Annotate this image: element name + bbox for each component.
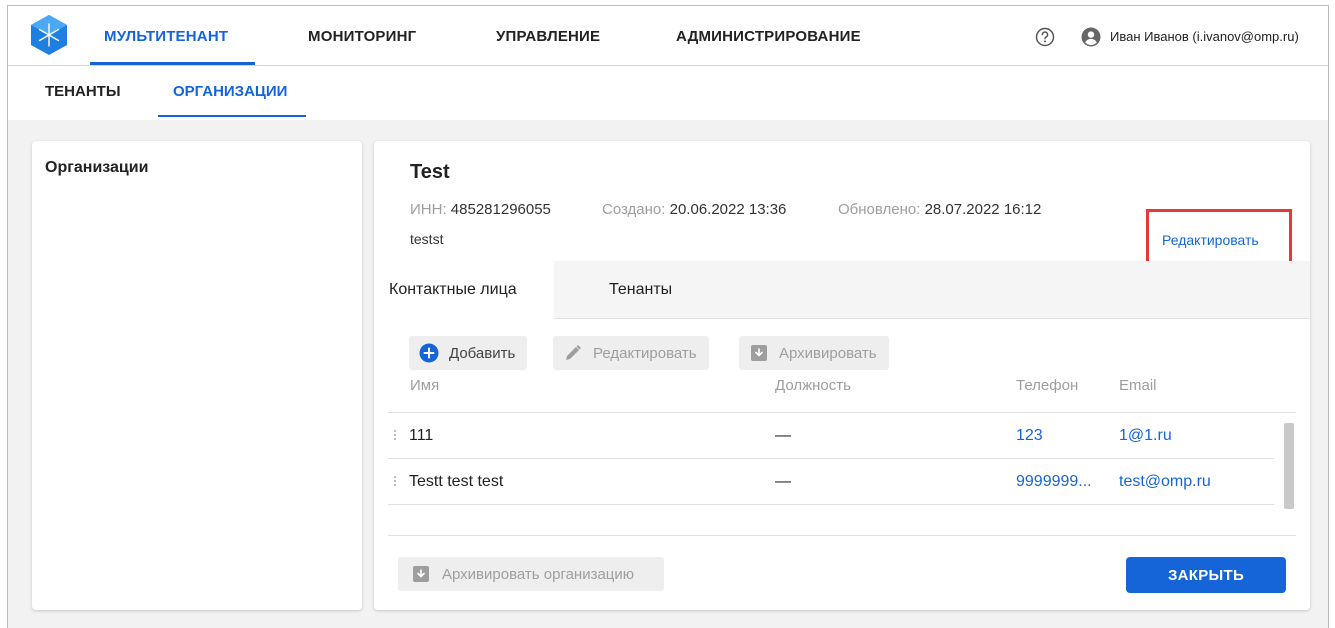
contact-email[interactable]: test@omp.ru — [1119, 473, 1211, 491]
column-header-phone[interactable]: Телефон — [1016, 377, 1078, 394]
column-header-name[interactable]: Имя — [410, 377, 439, 394]
created-value: 20.06.2022 13:36 — [669, 201, 787, 218]
archive-contact-label: Архивировать — [779, 344, 877, 362]
edit-highlight-box: Редактировать — [1146, 209, 1292, 264]
archive-contact-button[interactable]: Архивировать — [739, 336, 889, 370]
archive-icon — [749, 343, 769, 363]
edit-organization-link[interactable]: Редактировать — [1162, 232, 1259, 248]
archive-organization-label: Архивировать организацию — [442, 565, 635, 583]
updated-label: Обновлено: — [838, 201, 921, 218]
help-icon[interactable] — [1035, 27, 1055, 47]
panel-title: Организации — [45, 159, 149, 176]
contact-position: — — [775, 473, 791, 490]
contact-phone[interactable]: 9999999... — [1016, 473, 1092, 491]
subtab-tenants[interactable]: ТЕНАНТЫ — [45, 83, 121, 100]
nav-item-monitoring[interactable]: МОНИТОРИНГ — [308, 28, 416, 45]
table-scrollbar[interactable] — [1284, 423, 1294, 509]
row-divider — [388, 458, 1274, 459]
inn-value: 485281296055 — [450, 201, 551, 218]
close-button[interactable]: ЗАКРЫТЬ — [1126, 557, 1286, 593]
column-header-position[interactable]: Должность — [775, 377, 851, 394]
contact-email[interactable]: 1@1.ru — [1119, 427, 1172, 445]
archive-organization-button[interactable]: Архивировать организацию — [398, 557, 664, 591]
nav-item-multitenant[interactable]: МУЛЬТИТЕНАНТ — [104, 28, 228, 45]
column-header-email[interactable]: Email — [1119, 377, 1157, 394]
drag-handle-icon[interactable] — [394, 476, 398, 490]
organization-name: Test — [410, 161, 450, 183]
user-name[interactable]: Иван Иванов (i.ivanov@omp.ru) — [1110, 29, 1299, 44]
contact-position: — — [775, 427, 791, 444]
organizations-list-panel: Организации — [32, 141, 362, 610]
row-divider — [388, 504, 1274, 505]
app-window: МУЛЬТИТЕНАНТ МОНИТОРИНГ УПРАВЛЕНИЕ АДМИН… — [7, 5, 1329, 628]
edit-contact-label: Редактировать — [593, 344, 697, 362]
contact-phone[interactable]: 123 — [1016, 427, 1043, 445]
nav-item-administration[interactable]: АДМИНИСТРИРОВАНИЕ — [676, 28, 861, 45]
add-contact-button[interactable]: Добавить — [409, 336, 528, 370]
sub-navigation: ТЕНАНТЫ ОРГАНИЗАЦИИ — [8, 66, 1328, 120]
subtab-active-indicator — [158, 115, 306, 117]
organization-detail-panel: Test ИНН: 485281296055 Создано: 20.06.20… — [374, 141, 1310, 610]
contact-name: Testt test test — [409, 473, 504, 490]
add-contact-label: Добавить — [449, 344, 516, 362]
top-navigation-bar: МУЛЬТИТЕНАНТ МОНИТОРИНГ УПРАВЛЕНИЕ АДМИН… — [8, 6, 1328, 66]
detail-tabs: Контактные лица Тенанты — [374, 261, 1310, 319]
archive-icon — [412, 565, 430, 583]
organization-description: testst — [410, 231, 444, 247]
updated-info: Обновлено: 28.07.2022 16:12 — [838, 201, 1041, 218]
nav-active-indicator — [90, 62, 255, 65]
footer-divider — [388, 535, 1296, 536]
inn-label: ИНН: — [410, 201, 447, 218]
inn-info: ИНН: 485281296055 — [410, 201, 551, 218]
created-info: Создано: 20.06.2022 13:36 — [602, 201, 786, 218]
header-divider — [388, 412, 1296, 413]
drag-handle-icon[interactable] — [394, 430, 398, 444]
updated-value: 28.07.2022 16:12 — [924, 201, 1042, 218]
pencil-icon — [563, 343, 583, 363]
tab-contacts[interactable]: Контактные лица — [374, 261, 554, 319]
edit-contact-button[interactable]: Редактировать — [553, 336, 709, 370]
subtab-organizations[interactable]: ОРГАНИЗАЦИИ — [173, 83, 287, 100]
nav-item-management[interactable]: УПРАВЛЕНИЕ — [496, 28, 600, 45]
plus-circle-icon — [419, 343, 439, 363]
tab-tenants[interactable]: Тенанты — [594, 261, 687, 319]
contact-name: 111 — [409, 427, 434, 444]
app-logo-icon[interactable] — [30, 14, 68, 56]
created-label: Создано: — [602, 201, 666, 218]
user-avatar-icon[interactable] — [1081, 27, 1101, 47]
